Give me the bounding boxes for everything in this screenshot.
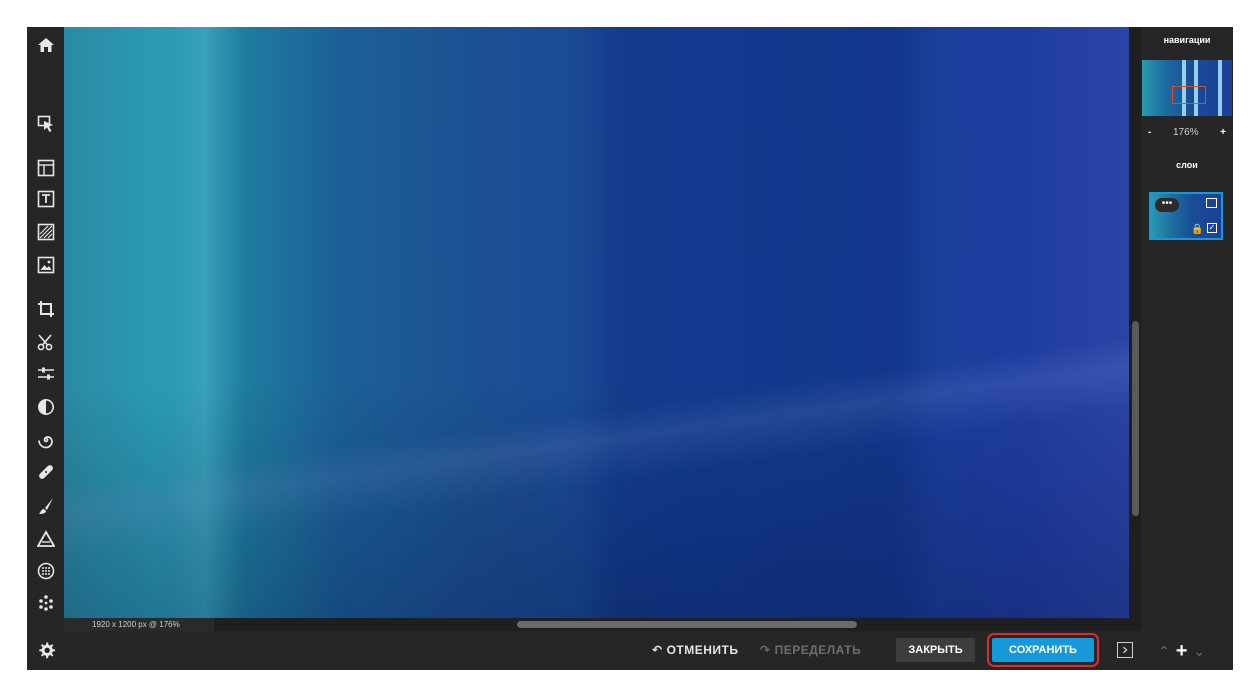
canvas-shade xyxy=(64,27,1129,618)
canvas-status-strip: 1920 x 1200 px @ 176% xyxy=(64,618,1141,631)
navigation-title: навигации xyxy=(1163,35,1211,45)
zoom-in-button[interactable]: + xyxy=(1220,127,1226,138)
panel-controls: ⌃ + ⌄ xyxy=(1158,640,1205,663)
frame-icon[interactable] xyxy=(32,155,59,181)
zoom-controls: - 176% + xyxy=(1141,127,1233,138)
texture-icon[interactable] xyxy=(32,219,59,245)
select-icon[interactable] xyxy=(32,111,59,137)
navigation-viewport[interactable] xyxy=(1172,86,1206,104)
brush-icon[interactable] xyxy=(32,493,59,519)
zoom-out-button[interactable]: - xyxy=(1148,127,1151,138)
panel-toggle-icon[interactable] xyxy=(1117,642,1133,658)
left-toolbar xyxy=(27,27,64,670)
chevron-down-icon[interactable]: ⌄ xyxy=(1193,643,1205,660)
image-canvas[interactable] xyxy=(64,27,1129,618)
adjust-icon[interactable] xyxy=(32,361,59,387)
horizontal-scroll-thumb[interactable] xyxy=(517,621,857,628)
editor-window: 1920 x 1200 px @ 176% навигации - 176% +… xyxy=(27,27,1233,670)
sphere-icon[interactable] xyxy=(32,558,59,584)
thumb-streak xyxy=(1218,60,1222,116)
contrast-icon[interactable] xyxy=(32,394,59,420)
undo-button[interactable]: ↶ ОТМЕНИТЬ xyxy=(652,643,738,657)
image-size-info: 1920 x 1200 px @ 176% xyxy=(64,618,214,631)
text-icon[interactable] xyxy=(32,186,59,212)
bottom-bar: ↶ ОТМЕНИТЬ ↷ ПЕРЕДЕЛАТЬ ЗАКРЫТЬ СОХРАНИТ… xyxy=(27,631,1233,670)
home-icon[interactable] xyxy=(32,32,59,58)
redo-icon: ↷ xyxy=(760,643,771,657)
effects-icon[interactable] xyxy=(32,590,59,616)
shape-icon[interactable] xyxy=(32,526,59,552)
layer-visibility-checkbox[interactable]: ✓ xyxy=(1207,223,1217,233)
image-icon[interactable] xyxy=(32,252,59,278)
layers-title: слои xyxy=(1176,160,1198,170)
vertical-scrollbar[interactable] xyxy=(1129,27,1141,618)
healing-icon[interactable] xyxy=(32,459,59,485)
undo-label: ОТМЕНИТЬ xyxy=(666,643,739,657)
layer-menu-button[interactable]: ••• xyxy=(1155,198,1179,212)
save-button[interactable]: СОХРАНИТЬ xyxy=(987,633,1099,667)
zoom-level: 176% xyxy=(1172,127,1199,138)
chevron-up-icon[interactable]: ⌃ xyxy=(1158,643,1170,660)
vertical-scroll-thumb[interactable] xyxy=(1132,321,1139,516)
undo-icon: ↶ xyxy=(652,643,663,657)
lock-icon[interactable]: 🔒 xyxy=(1191,224,1203,235)
layer-image-icon xyxy=(1206,198,1217,208)
navigation-thumbnail[interactable] xyxy=(1142,60,1232,116)
crop-icon[interactable] xyxy=(32,296,59,322)
redo-label: ПЕРЕДЕЛАТЬ xyxy=(774,643,862,657)
cut-icon[interactable] xyxy=(32,329,59,355)
gear-icon[interactable] xyxy=(33,637,59,663)
redo-button[interactable]: ↷ ПЕРЕДЕЛАТЬ xyxy=(760,643,861,657)
spiral-icon[interactable] xyxy=(32,427,59,453)
right-panel: навигации - 176% + слои ••• 🔒 ✓ xyxy=(1141,27,1233,631)
layer-item[interactable]: ••• 🔒 ✓ xyxy=(1149,192,1223,240)
add-icon[interactable]: + xyxy=(1176,640,1188,663)
close-button[interactable]: ЗАКРЫТЬ xyxy=(896,638,975,662)
